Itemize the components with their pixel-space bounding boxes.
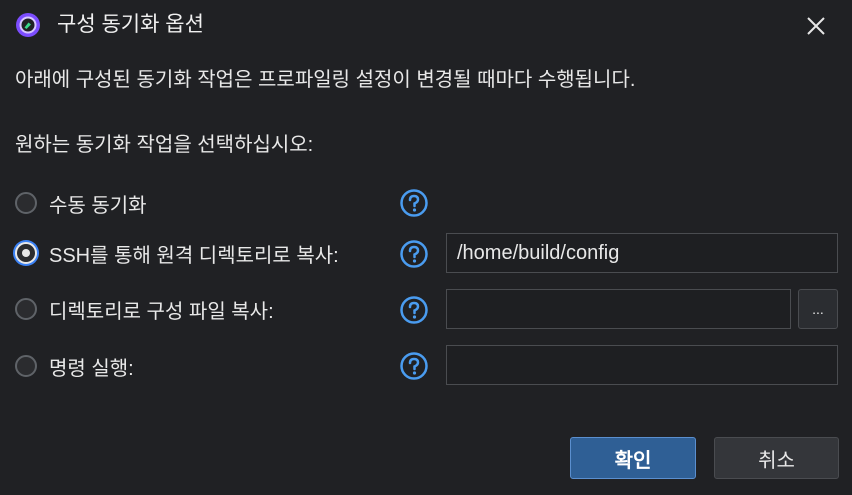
close-icon[interactable] [800, 10, 832, 42]
help-question-icon[interactable] [399, 239, 429, 269]
option-ssh-copy-label: SSH를 통해 원격 디렉토리로 복사: [49, 244, 339, 267]
radio-copy-to-dir[interactable] [15, 298, 37, 320]
help-question-icon[interactable] [399, 351, 429, 381]
radio-manual-sync[interactable] [15, 192, 37, 214]
browse-button[interactable]: ... [798, 289, 838, 329]
ssh-remote-path-field[interactable] [446, 233, 838, 273]
option-manual-sync-label: 수동 동기화 [49, 194, 147, 217]
help-question-icon[interactable] [399, 188, 429, 218]
cancel-button[interactable]: 취소 [714, 437, 839, 479]
directory-path-field[interactable] [446, 289, 791, 329]
option-ssh-copy[interactable]: SSH를 통해 원격 디렉토리로 복사: [15, 237, 339, 269]
description-text: 아래에 구성된 동기화 작업은 프로파일링 설정이 변경될 때마다 수행됩니다. [15, 69, 636, 91]
help-question-icon[interactable] [399, 295, 429, 325]
ok-button[interactable]: 확인 [570, 437, 696, 479]
command-field[interactable] [446, 345, 838, 385]
option-run-command[interactable]: 명령 실행: [15, 350, 134, 382]
option-copy-to-dir-label: 디렉토리로 구성 파일 복사: [49, 300, 274, 323]
option-run-command-label: 명령 실행: [49, 357, 134, 380]
title-bar: 구성 동기화 옵션 [0, 0, 852, 50]
app-logo-icon [16, 13, 40, 37]
radio-ssh-copy[interactable] [15, 242, 37, 264]
option-copy-to-dir[interactable]: 디렉토리로 구성 파일 복사: [15, 293, 274, 325]
prompt-text: 원하는 동기화 작업을 선택하십시오: [15, 134, 314, 156]
option-manual-sync[interactable]: 수동 동기화 [15, 187, 147, 219]
radio-run-command[interactable] [15, 355, 37, 377]
window-title: 구성 동기화 옵션 [57, 13, 204, 36]
